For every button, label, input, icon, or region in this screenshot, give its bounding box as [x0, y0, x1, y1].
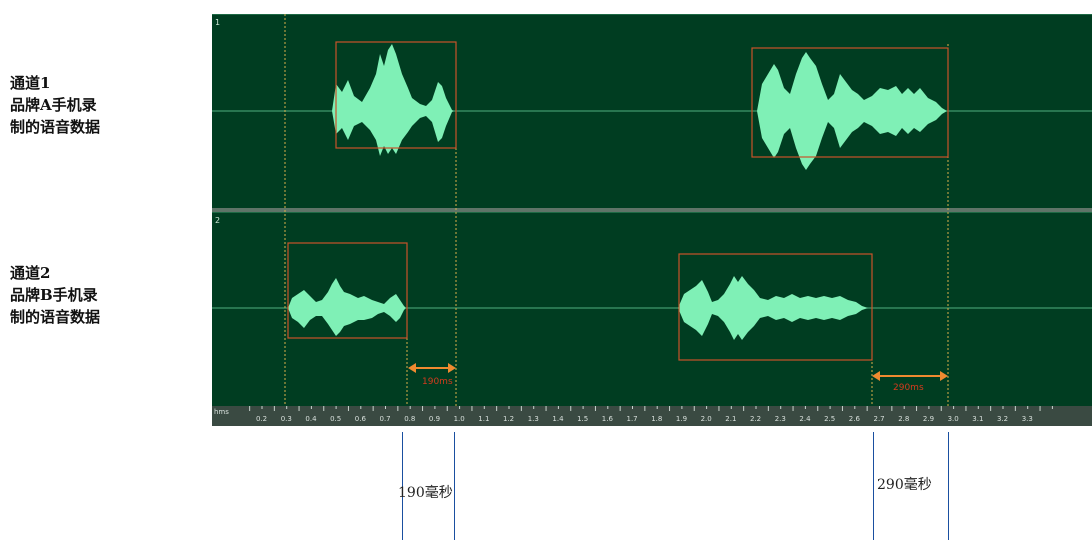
- ruler-tick-label: 2.3: [775, 415, 786, 423]
- track2-waveform-segment-1: [288, 278, 406, 336]
- track1-waveform-segment-2: [757, 52, 947, 170]
- ruler-tick-label: 3.3: [1022, 415, 1033, 423]
- gap2-inner-label: 290ms: [893, 383, 924, 393]
- ruler-tick-label: 1.6: [602, 415, 614, 423]
- ruler-tick-label: 0.8: [404, 415, 415, 423]
- ruler-tick-label: 2.5: [824, 415, 835, 423]
- ruler-unit-label: hms: [214, 408, 229, 416]
- ruler-tick-label: 1.7: [627, 415, 638, 423]
- ruler-tick-label: 2.0: [701, 415, 712, 423]
- measure-line-1b: [454, 432, 455, 540]
- ruler-tick-label: 0.7: [380, 415, 391, 423]
- ruler-tick-label: 1.3: [528, 415, 539, 423]
- time-ruler-ticks: hms 0.2 0.3 0.4 0.5 0.6 0.7 0.8 0.9 1.0 1.1 1.2 1.3…: [214, 406, 1053, 423]
- ruler-tick-label: 2.9: [923, 415, 934, 423]
- channel1-desc-line2: 制的语音数据: [10, 118, 101, 136]
- ruler-tick-label: 2.4: [799, 415, 811, 423]
- ruler-tick-label: 3.1: [972, 415, 983, 423]
- ruler-tick-label: 2.2: [750, 415, 761, 423]
- channel2-desc-line1: 品牌B手机录: [10, 286, 98, 304]
- ruler-tick-label: 3.2: [997, 415, 1008, 423]
- gap2-caption: 290毫秒: [877, 477, 932, 493]
- ruler-tick-label: 1.2: [503, 415, 514, 423]
- ruler-tick-label: 2.1: [725, 415, 736, 423]
- measure-line-2b: [948, 432, 949, 540]
- ruler-tick-label: 3.0: [948, 415, 959, 423]
- gap2-arrow: [872, 371, 948, 381]
- gap1-arrow: [408, 363, 456, 373]
- ruler-tick-label: 1.8: [651, 415, 662, 423]
- waveform-editor[interactable]: 1 2 190ms 290ms hms 0.2 0.3 0.4 0.5 0.6 …: [212, 14, 1092, 426]
- ruler-tick-label: 2.8: [898, 415, 909, 423]
- ruler-tick-label: 1.1: [478, 415, 489, 423]
- ruler-tick-label: 1.0: [454, 415, 465, 423]
- ruler-tick-label: 2.7: [874, 415, 885, 423]
- channel2-desc-line2: 制的语音数据: [10, 308, 101, 326]
- time-ruler[interactable]: hms 0.2 0.3 0.4 0.5 0.6 0.7 0.8 0.9 1.0 1.1 1.2 1.3…: [212, 406, 1092, 426]
- ruler-tick-label: 0.9: [429, 415, 440, 423]
- channel1-title: 通道1: [10, 74, 51, 92]
- channel2-title: 通道2: [10, 264, 51, 282]
- gap1-caption: 190毫秒: [398, 485, 453, 501]
- track2-waveform-segment-2: [678, 276, 868, 340]
- ruler-tick-label: 0.2: [256, 415, 267, 423]
- gap1-inner-label: 190ms: [422, 377, 453, 387]
- ruler-tick-label: 0.3: [281, 415, 292, 423]
- ruler-tick-label: 1.9: [676, 415, 687, 423]
- ruler-tick-label: 1.5: [577, 415, 588, 423]
- channel1-desc-line1: 品牌A手机录: [10, 96, 97, 114]
- ruler-tick-label: 1.4: [552, 415, 564, 423]
- ruler-tick-label: 0.4: [305, 415, 317, 423]
- waveform-overlay: 190ms 290ms: [212, 14, 1092, 406]
- track1-waveform-segment-1: [332, 44, 454, 156]
- channel2-label: 通道2 品牌B手机录 制的语音数据: [10, 262, 100, 328]
- ruler-tick-label: 0.6: [355, 415, 367, 423]
- measure-line-2a: [873, 432, 874, 540]
- ruler-tick-label: 2.6: [849, 415, 861, 423]
- channel1-label: 通道1 品牌A手机录 制的语音数据: [10, 72, 100, 138]
- ruler-tick-label: 0.5: [330, 415, 341, 423]
